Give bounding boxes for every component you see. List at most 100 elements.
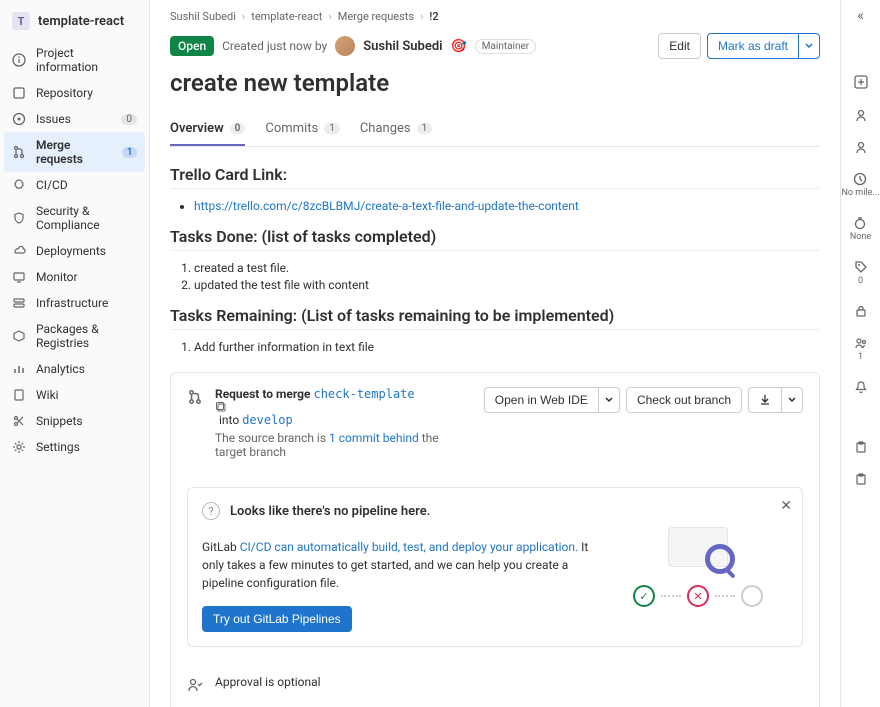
bell-icon	[854, 380, 868, 394]
approval-row: Approval is optional	[171, 661, 819, 707]
rail-participants[interactable]: 1	[854, 336, 868, 362]
nav-label: Security & Compliance	[36, 204, 137, 232]
nav-issues[interactable]: Issues 0	[0, 106, 149, 132]
status-fail-icon: ✕	[687, 585, 709, 607]
collapse-sidebar[interactable]: «	[857, 8, 864, 24]
target-branch[interactable]: develop	[242, 413, 293, 427]
project-header[interactable]: T template-react	[0, 6, 149, 40]
book-icon	[12, 388, 26, 402]
timer-icon	[853, 216, 867, 230]
scissors-icon	[12, 414, 26, 428]
rail-time[interactable]: None	[850, 216, 871, 242]
plus-square-icon	[853, 74, 869, 90]
nav-label: Wiki	[36, 388, 59, 402]
question-icon: ?	[202, 502, 220, 520]
nav-repository[interactable]: Repository	[0, 80, 149, 106]
author-name[interactable]: Sushil Subedi	[363, 39, 442, 54]
nav-label: Infrastructure	[36, 296, 108, 310]
checkout-branch-button[interactable]: Check out branch	[626, 387, 742, 413]
avatar[interactable]	[335, 36, 355, 56]
chevron-down-icon	[788, 396, 796, 404]
nav-label: Monitor	[36, 270, 78, 284]
list-item: created a test file.	[194, 261, 820, 275]
nav-wiki[interactable]: Wiki	[0, 382, 149, 408]
tab-changes[interactable]: Changes 1	[360, 113, 432, 146]
commit-behind-link[interactable]: 1 commit behind	[329, 431, 419, 445]
rail-lock[interactable]	[854, 304, 868, 318]
edit-button[interactable]: Edit	[658, 33, 701, 59]
rail-notifications[interactable]	[854, 380, 868, 394]
nav-label: Snippets	[36, 414, 83, 428]
sidebar: T template-react Project information Rep…	[0, 0, 150, 707]
nav-cicd[interactable]: CI/CD	[0, 172, 149, 198]
breadcrumb-project[interactable]: template-react	[251, 10, 322, 23]
users-icon	[854, 336, 868, 350]
chevron-right-icon: ›	[242, 10, 245, 23]
status-ok-icon: ✓	[633, 585, 655, 607]
rail-reviewer[interactable]	[854, 140, 868, 154]
user-icon	[854, 108, 868, 122]
magnifier-icon	[705, 544, 735, 574]
rail-labels[interactable]: 0	[854, 260, 868, 286]
nav-security[interactable]: Security & Compliance	[0, 198, 149, 238]
tab-commits[interactable]: Commits 1	[265, 113, 339, 146]
rail-label: None	[850, 232, 871, 242]
rail-copy[interactable]	[854, 440, 868, 454]
project-name: template-react	[38, 14, 124, 29]
download-button[interactable]	[748, 387, 782, 413]
nav-deployments[interactable]: Deployments	[0, 238, 149, 264]
tasks-done-list: created a test file. updated the test fi…	[170, 261, 820, 292]
clipboard-icon	[854, 440, 868, 454]
nav-snippets[interactable]: Snippets	[0, 408, 149, 434]
source-branch[interactable]: check-template	[313, 387, 414, 401]
copy-icon[interactable]	[215, 401, 472, 413]
mark-draft-button[interactable]: Mark as draft	[707, 33, 799, 59]
mr-title: create new template	[170, 69, 820, 97]
tasks-remaining-heading: Tasks Remaining: (List of tasks remainin…	[170, 306, 820, 330]
rail-add[interactable]	[853, 74, 869, 90]
created-text: Created just now by	[222, 39, 327, 53]
nav-merge-requests[interactable]: Merge requests 1	[4, 132, 145, 172]
infra-icon	[12, 296, 26, 310]
issues-icon	[12, 112, 26, 126]
merge-request-icon	[187, 389, 203, 405]
breadcrumb-user[interactable]: Sushil Subedi	[170, 10, 236, 23]
mark-draft-dropdown[interactable]	[799, 33, 820, 59]
nav-settings[interactable]: Settings	[0, 434, 149, 460]
nav-analytics[interactable]: Analytics	[0, 356, 149, 382]
nav-monitor[interactable]: Monitor	[0, 264, 149, 290]
rail-milestone[interactable]: No mile...	[842, 172, 880, 198]
nav-label: Merge requests	[36, 138, 112, 166]
tab-count: 1	[324, 123, 340, 134]
rail-assignee[interactable]	[854, 108, 868, 122]
nav-label: CI/CD	[36, 178, 68, 192]
tasks-remaining-list: Add further information in text file	[170, 340, 820, 354]
breadcrumb-section[interactable]: Merge requests	[338, 10, 414, 23]
chevron-down-icon	[805, 42, 813, 50]
nav-packages[interactable]: Packages & Registries	[0, 316, 149, 356]
nav-project-information[interactable]: Project information	[0, 40, 149, 80]
mr-header: Open Created just now by Sushil Subedi 🎯…	[170, 33, 820, 59]
trello-link[interactable]: https://trello.com/c/8zcBLBMJ/create-a-t…	[194, 199, 579, 213]
tab-label: Overview	[170, 121, 224, 136]
close-icon[interactable]: ✕	[780, 498, 792, 514]
try-pipelines-button[interactable]: Try out GitLab Pipelines	[202, 606, 352, 632]
tab-overview[interactable]: Overview 0	[170, 113, 245, 146]
main-content: Sushil Subedi › template-react › Merge r…	[150, 0, 840, 707]
nav-badge: 1	[122, 147, 137, 158]
info-icon	[12, 53, 26, 67]
download-dropdown[interactable]	[782, 387, 803, 413]
tag-icon	[854, 260, 868, 274]
download-icon	[759, 394, 771, 406]
nav-label: Analytics	[36, 362, 85, 376]
rail-label: 1	[858, 352, 863, 362]
nav-infrastructure[interactable]: Infrastructure	[0, 290, 149, 316]
role-badge: Maintainer	[475, 39, 536, 54]
tab-count: 0	[230, 123, 246, 134]
project-avatar: T	[12, 12, 30, 30]
open-web-ide-dropdown[interactable]	[599, 387, 620, 413]
rail-copy-2[interactable]	[854, 472, 868, 486]
open-web-ide-button[interactable]: Open in Web IDE	[484, 387, 599, 413]
sub-pre: The source branch is	[215, 431, 329, 445]
pipeline-cicd-link[interactable]: CI/CD can automatically build, test, and…	[240, 540, 578, 554]
